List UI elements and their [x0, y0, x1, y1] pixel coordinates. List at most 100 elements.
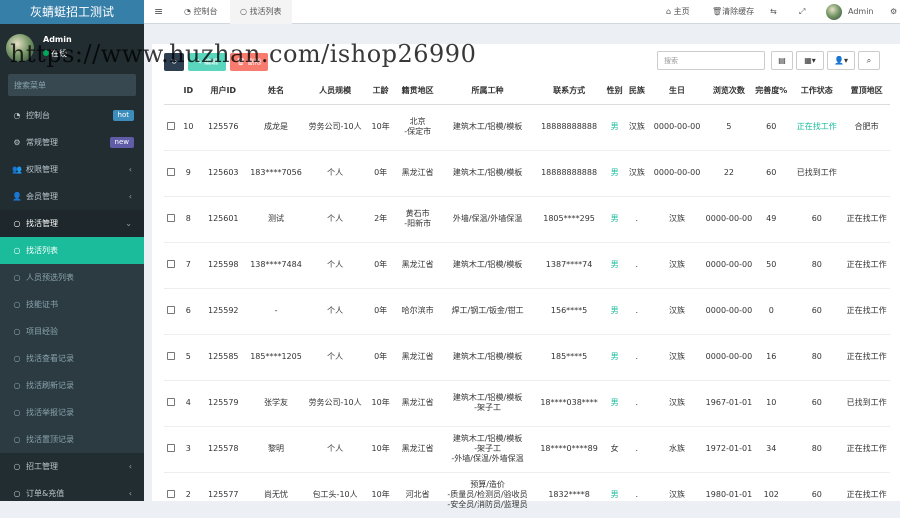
cell: 2 [178, 471, 198, 518]
sidebar-item-4[interactable]: ○ 找活管理 ⌄ [0, 210, 144, 237]
row-checkbox[interactable] [167, 489, 176, 498]
column-header[interactable]: 民族 [625, 78, 649, 105]
column-header[interactable]: 工龄 [366, 78, 395, 105]
cell: 黑龙江省 [394, 333, 441, 380]
column-header[interactable]: 浏览次数 [705, 78, 753, 105]
table-row[interactable]: 3 125578 黎明 个人 10年 黑龙江省 建筑木工/铝模/模板 -架子工 -外墙/保温… [164, 425, 890, 472]
cell: 黑龙江省 [394, 379, 441, 426]
table-search-input[interactable]: 搜索 [657, 51, 765, 70]
fullscreen-icon[interactable]: ⤢ [799, 0, 805, 24]
phone-text: 18888888888 [541, 122, 598, 131]
column-header[interactable]: 置顶地区 [843, 78, 890, 105]
row-checkbox[interactable] [167, 213, 176, 222]
export-dropdown[interactable]: 👤▾ [827, 51, 855, 70]
bars-icon[interactable]: ≡ [154, 0, 163, 24]
cell: . [625, 287, 649, 334]
admin-menu[interactable]: Admin [848, 0, 874, 24]
cell: 8 [178, 195, 198, 242]
row-checkbox[interactable] [167, 121, 176, 130]
cell: 测试 [248, 195, 304, 242]
table-row[interactable]: 5 125585 185****1205 个人 0年 黑龙江省 建筑木工/铝模/模板 185*… [164, 333, 890, 380]
table-row[interactable]: 7 125598 138****7484 个人 0年 黑龙江省 建筑木工/铝模/模板 1387… [164, 241, 890, 288]
home-link[interactable]: ⌂ 主页 [666, 0, 690, 24]
cell: 125585 [197, 333, 249, 380]
language-icon[interactable]: ⇆ [770, 0, 777, 24]
column-header[interactable]: 生日 [648, 78, 706, 105]
columns-dropdown[interactable]: ▦▾ [796, 51, 824, 70]
cell: 个人 [303, 149, 367, 196]
row-checkbox[interactable] [167, 351, 176, 360]
cell: 已找到工作 [790, 149, 844, 196]
gender-text: 男 [610, 352, 619, 361]
search-toggle-button[interactable]: ⌕ [858, 51, 880, 70]
gear-icon[interactable]: ⚙ [890, 0, 897, 24]
tab-job-list[interactable]: ○ 找活列表 [230, 0, 292, 24]
cell: 汉族 [648, 195, 706, 242]
column-header[interactable]: 用户ID [197, 78, 249, 105]
app-logo[interactable]: 灰蜻蜓招工测试 [0, 0, 144, 24]
row-checkbox[interactable] [167, 443, 176, 452]
sidebar-item-8[interactable]: ○ 项目经验 [0, 318, 144, 345]
table-row[interactable]: 9 125603 183****7056 个人 0年 黑龙江省 建筑木工/铝模/模板 1888… [164, 149, 890, 196]
row-checkbox[interactable] [167, 167, 176, 176]
sidebar-item-9[interactable]: ○ 找活查看记录 [0, 345, 144, 372]
table-row[interactable]: 4 125579 张学友 劳务公司-10人 10年 黑龙江省 建筑木工/铝模/模板 -架子工… [164, 379, 890, 426]
column-header[interactable]: 完善度% [752, 78, 791, 105]
sidebar-item-7[interactable]: ○ 技能证书 [0, 291, 144, 318]
cell: 1967-01-01 [705, 379, 753, 426]
sidebar-item-6[interactable]: ○ 人员预选列表 [0, 264, 144, 291]
sidebar-item-13[interactable]: ○ 招工管理 ‹ [0, 453, 144, 480]
row-checkbox[interactable] [167, 259, 176, 268]
cell: 2年 [366, 195, 395, 242]
trash-icon: 🗑 [712, 7, 723, 16]
cell: 6 [178, 287, 198, 334]
cell: . [625, 195, 649, 242]
cell: 125576 [197, 103, 249, 150]
sidebar-item-5[interactable]: ○ 找活列表 [0, 237, 144, 264]
table-row[interactable]: 8 125601 测试 个人 2年 黄石市 -阳新市 外墙/保温/外墙保温 1805****2… [164, 195, 890, 242]
cell: 建筑木工/铝模/模板 [440, 103, 535, 150]
top-avatar[interactable] [826, 4, 842, 20]
phone-text: 18888888888 [541, 168, 598, 177]
cell: 成龙是 [248, 103, 304, 150]
sidebar-item-label: 找活刷新记录 [26, 381, 74, 390]
circle-icon: ○ [13, 327, 21, 336]
sidebar-item-label: 找活查看记录 [26, 354, 74, 363]
toggle-view-button[interactable]: ▤ [771, 51, 793, 70]
column-header[interactable]: 性别 [604, 78, 626, 105]
column-header[interactable]: 姓名 [248, 78, 304, 105]
clear-cache-button[interactable]: 🗑清除缓存 [712, 0, 754, 24]
sidebar-item-0[interactable]: ◔ 控制台 hot [0, 102, 144, 129]
tab-dashboard[interactable]: ◔ 控制台 [174, 0, 228, 24]
cell: 10年 [366, 471, 395, 518]
sidebar-item-2[interactable]: 👥 权限管理 ‹ [0, 156, 144, 183]
row-checkbox[interactable] [167, 397, 176, 406]
sidebar-item-12[interactable]: ○ 找活置顶记录 [0, 426, 144, 453]
sidebar-item-1[interactable]: ⚙ 常规管理 new [0, 129, 144, 156]
sidebar-item-11[interactable]: ○ 找活举报记录 [0, 399, 144, 426]
column-header[interactable]: 所属工种 [440, 78, 535, 105]
dashboard-icon: ◔ [184, 7, 194, 16]
sidebar-item-10[interactable]: ○ 找活刷新记录 [0, 372, 144, 399]
gender-text: 男 [610, 398, 619, 407]
sidebar-search-input[interactable]: 搜索菜单 [8, 74, 136, 96]
column-header[interactable]: 籍贯地区 [394, 78, 441, 105]
column-header[interactable]: ID [178, 78, 198, 105]
row-checkbox-cell [164, 471, 179, 518]
column-header[interactable]: 人员规模 [303, 78, 367, 105]
cell: 汉族 [648, 333, 706, 380]
gender-cell: 男 [604, 333, 626, 380]
column-header[interactable]: 联系方式 [534, 78, 605, 105]
sidebar-item-14[interactable]: ○ 订单&充值 ‹ [0, 480, 144, 507]
row-checkbox-cell [164, 333, 179, 380]
table-row[interactable]: 10 125576 成龙是 劳务公司-10人 10年 北京 -保定市 建筑木工/铝模/模板 1… [164, 103, 890, 150]
row-checkbox[interactable] [167, 305, 176, 314]
sidebar-item-3[interactable]: 👤 会员管理 ‹ [0, 183, 144, 210]
cell: 10 [178, 103, 198, 150]
table-row[interactable]: 6 125592- 个人 0年 哈尔滨市 焊工/钢工/钣金/钳工 156****5 男. 汉族 0… [164, 287, 890, 334]
column-header[interactable]: 工作状态 [790, 78, 844, 105]
table-row[interactable]: 2 125577 尚无忧 包工头-10人 10年 河北省 预算/造价 -质量员/检测员/验收… [164, 471, 890, 518]
cell: 49 [752, 195, 791, 242]
column-header[interactable] [164, 78, 179, 105]
cell: 0年 [366, 287, 395, 334]
